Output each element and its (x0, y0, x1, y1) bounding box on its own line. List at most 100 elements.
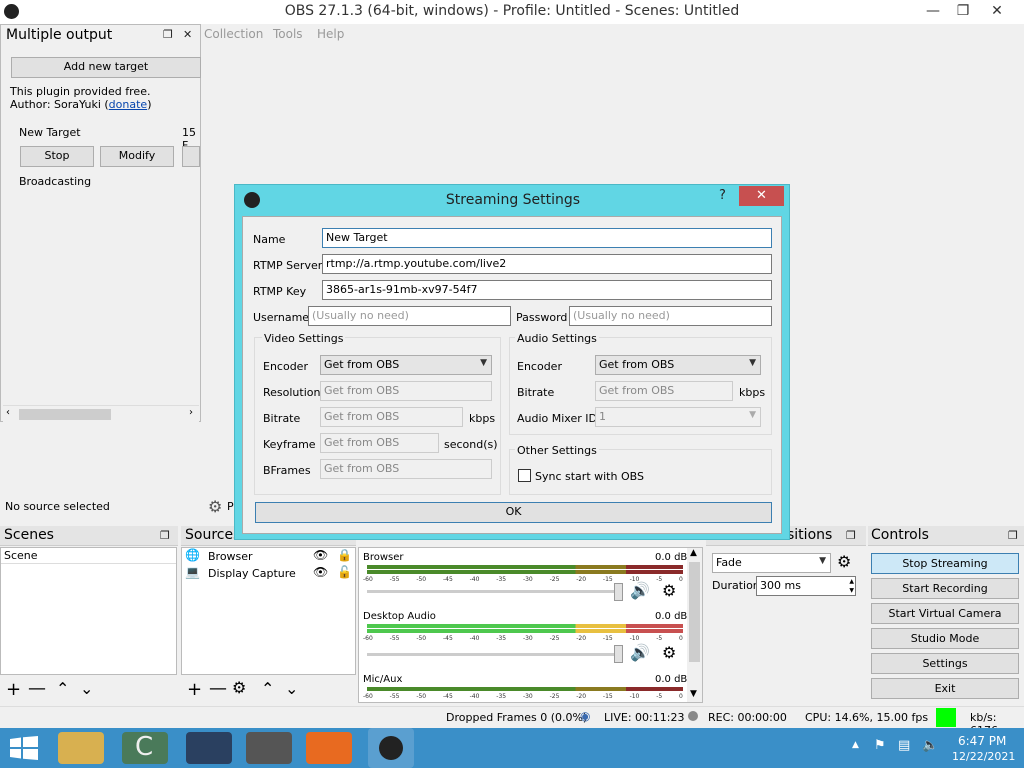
scroll-up-icon[interactable]: ▲ (690, 548, 697, 558)
obs-app-icon-alt[interactable] (246, 732, 292, 764)
app-icon-c[interactable]: C (122, 732, 168, 764)
shield-app-icon[interactable] (186, 732, 232, 764)
float-icon[interactable]: ❐ (846, 529, 856, 542)
menu-collection[interactable]: Collection (204, 27, 263, 41)
properties-label: P (227, 500, 234, 513)
add-target-button[interactable]: Add new target (11, 57, 201, 78)
clock-date[interactable]: 12/22/2021 (952, 750, 1015, 763)
transition-select[interactable]: Fade ▼ (712, 553, 831, 573)
list-item[interactable]: 💻 Display Capture 👁 🔓 (182, 565, 355, 582)
add-icon[interactable]: + (6, 679, 21, 700)
duration-spinbox[interactable]: 300 ms ▲ ▼ (756, 576, 856, 596)
remove-icon[interactable]: — (209, 678, 227, 699)
action-center-icon[interactable]: ⚑ (874, 738, 886, 753)
gear-icon[interactable]: ⚙ (662, 581, 676, 600)
horizontal-scrollbar[interactable]: ‹ › (3, 405, 199, 422)
menu-tools[interactable]: Tools (273, 27, 303, 41)
source-name: Display Capture (208, 567, 296, 580)
help-button[interactable]: ? (719, 188, 726, 203)
tray-expand-icon[interactable]: ▲ (852, 740, 859, 750)
resolution-input[interactable]: Get from OBS (320, 381, 492, 401)
key-input[interactable]: 3865-ar1s-91mb-xv97-54f7 (322, 280, 772, 300)
keyframe-input[interactable]: Get from OBS (320, 433, 439, 453)
scroll-left-icon[interactable]: ‹ (6, 407, 10, 418)
clock-time[interactable]: 6:47 PM (958, 734, 1006, 748)
close-icon[interactable]: ✕ (183, 28, 192, 41)
restore-button[interactable]: ❐ (948, 0, 978, 22)
remove-icon[interactable]: — (28, 678, 46, 699)
exit-button[interactable]: Exit (871, 678, 1019, 699)
eye-icon[interactable]: 👁 (313, 548, 328, 562)
server-label: RTMP Server (253, 259, 323, 272)
scroll-right-icon[interactable]: › (189, 407, 193, 418)
file-explorer-icon[interactable] (58, 732, 104, 764)
audio-encoder-select[interactable]: Get from OBS ▼ (595, 355, 761, 375)
windows-start-icon[interactable] (10, 736, 38, 760)
menu-help[interactable]: Help (317, 27, 344, 41)
add-icon[interactable]: + (187, 679, 202, 700)
move-down-icon[interactable]: ⌄ (80, 679, 93, 698)
meter-scale: -60 -55 -50 -45 -40 -35 -30 -25 -20 -15 -10 -5 0 (363, 635, 683, 642)
video-encoder-label: Encoder (263, 360, 308, 373)
float-icon[interactable]: ❐ (160, 529, 170, 542)
speaker-icon[interactable]: 🔊 (630, 643, 650, 662)
password-label: Password (516, 311, 568, 324)
list-item[interactable]: Scene (1, 548, 176, 564)
close-dialog-button[interactable]: ✕ (739, 186, 784, 206)
vertical-scrollbar[interactable]: ▲ ▼ (687, 548, 702, 702)
volume-slider[interactable] (367, 590, 622, 593)
scroll-down-icon[interactable]: ▼ (690, 689, 697, 699)
minimize-button[interactable]: — (918, 0, 948, 22)
lock-icon[interactable]: 🔒 (337, 548, 352, 562)
name-input[interactable]: New Target (322, 228, 772, 248)
firefox-icon[interactable] (306, 732, 352, 764)
video-settings-title: Video Settings (262, 332, 346, 345)
scenes-header: Scenes ❐ (0, 526, 178, 546)
audio-bitrate-input[interactable]: Get from OBS (595, 381, 733, 401)
audio-mixer-select[interactable]: 1 ▼ (595, 407, 761, 427)
speaker-icon[interactable]: 🔊 (630, 581, 650, 600)
network-icon[interactable]: ▤ (898, 738, 910, 753)
move-up-icon[interactable]: ⌃ (261, 679, 274, 698)
float-icon[interactable]: ❐ (1008, 529, 1018, 542)
volume-slider[interactable] (367, 653, 622, 656)
gear-icon[interactable]: ⚙ (837, 552, 851, 571)
properties-gear-icon[interactable]: ⚙ (208, 497, 222, 516)
modify-button[interactable]: Modify (100, 146, 174, 167)
volume-slider-handle[interactable] (614, 645, 623, 663)
meter-scale: -60 -55 -50 -45 -40 -35 -30 -25 -20 -15 -10 -5 0 (363, 693, 683, 700)
move-down-icon[interactable]: ⌄ (285, 679, 298, 698)
close-window-button[interactable]: ✕ (982, 0, 1012, 22)
stop-button[interactable]: Stop (20, 146, 94, 167)
username-input[interactable]: (Usually no need) (308, 306, 511, 326)
gear-icon[interactable]: ⚙ (232, 678, 246, 697)
stop-streaming-button[interactable]: Stop Streaming (871, 553, 1019, 574)
sync-start-checkbox[interactable] (518, 469, 531, 482)
scrollbar-thumb[interactable] (689, 562, 700, 662)
list-item[interactable]: 🌐 Browser 👁 🔒 (182, 548, 355, 565)
obs-taskbar-icon[interactable] (368, 728, 414, 768)
settings-button[interactable]: Settings (871, 653, 1019, 674)
studio-mode-button[interactable]: Studio Mode (871, 628, 1019, 649)
scrollbar-thumb[interactable] (19, 409, 111, 420)
bframes-input[interactable]: Get from OBS (320, 459, 492, 479)
move-up-icon[interactable]: ⌃ (56, 679, 69, 698)
video-encoder-select[interactable]: Get from OBS ▼ (320, 355, 492, 375)
volume-slider-handle[interactable] (614, 583, 623, 601)
globe-icon: 🌐 (185, 548, 200, 562)
gear-icon[interactable]: ⚙ (662, 643, 676, 662)
server-input[interactable]: rtmp://a.rtmp.youtube.com/live2 (322, 254, 772, 274)
ok-button[interactable]: OK (255, 502, 772, 523)
donate-link[interactable]: donate (109, 98, 148, 111)
start-virtual-camera-button[interactable]: Start Virtual Camera (871, 603, 1019, 624)
window-title: OBS 27.1.3 (64-bit, windows) - Profile: … (284, 3, 740, 19)
eye-icon[interactable]: 👁 (313, 565, 328, 579)
unlock-icon[interactable]: 🔓 (337, 565, 352, 579)
spin-icon[interactable]: ▲ ▼ (849, 577, 854, 595)
extra-button[interactable] (182, 146, 200, 167)
volume-icon[interactable]: 🔈 (922, 738, 938, 753)
password-input[interactable]: (Usually no need) (569, 306, 772, 326)
float-icon[interactable]: ❐ (163, 28, 173, 41)
video-bitrate-input[interactable]: Get from OBS (320, 407, 463, 427)
start-recording-button[interactable]: Start Recording (871, 578, 1019, 599)
